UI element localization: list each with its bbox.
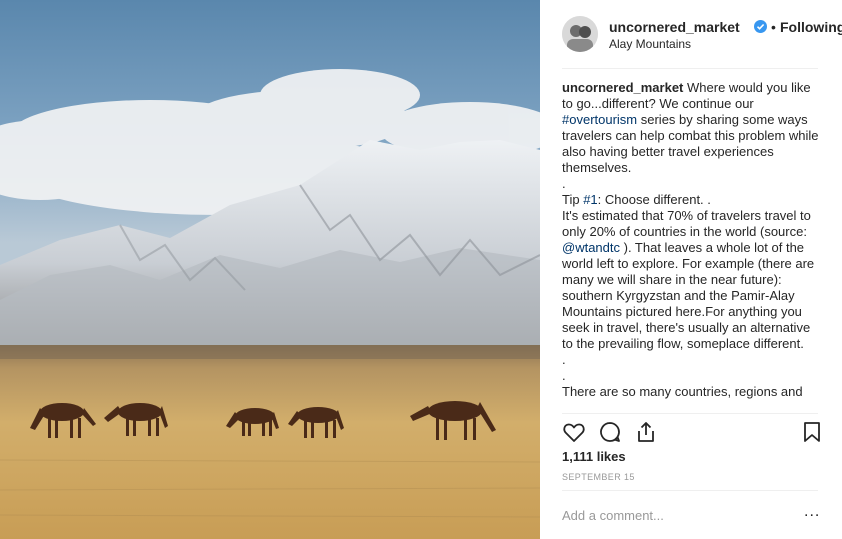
caption-separator: . bbox=[562, 352, 566, 367]
share-icon[interactable] bbox=[634, 420, 658, 444]
hashtag-link[interactable]: #1 bbox=[583, 192, 597, 207]
following-button[interactable]: Following bbox=[780, 19, 842, 35]
caption-text: ). That leaves a whole lot of the world … bbox=[562, 240, 818, 351]
caption-text: It's estimated that 70% of travelers tra… bbox=[562, 208, 815, 239]
hashtag-link[interactable]: #overtourism bbox=[562, 112, 637, 127]
caption-separator: . bbox=[562, 176, 566, 191]
post-date[interactable]: SEPTEMBER 15 bbox=[562, 472, 635, 482]
separator-dot: • bbox=[771, 19, 776, 35]
more-icon[interactable]: ... bbox=[804, 504, 820, 523]
mention-link[interactable]: @wtandtc bbox=[562, 240, 620, 255]
comment-icon[interactable] bbox=[598, 420, 622, 444]
post-panel: uncornered_market • Following Alay Mount… bbox=[540, 0, 842, 539]
caption-divider bbox=[562, 413, 818, 414]
post-photo[interactable] bbox=[0, 0, 540, 539]
caption-separator: . bbox=[562, 368, 566, 383]
username[interactable]: uncornered_market bbox=[609, 19, 740, 35]
header-divider bbox=[562, 68, 818, 69]
location-link[interactable]: Alay Mountains bbox=[609, 37, 691, 51]
tip-prefix: Tip bbox=[562, 192, 584, 207]
caption-paragraph: There are so many countries, regions and bbox=[562, 384, 803, 399]
caption-tip: Tip #1: Choose different. . bbox=[562, 192, 824, 208]
action-bar bbox=[562, 420, 824, 444]
likes-count[interactable]: 1,111 likes bbox=[562, 449, 626, 464]
landscape-image bbox=[0, 0, 540, 539]
caption-paragraph: uncornered_market Where would you like t… bbox=[562, 80, 824, 176]
caption: uncornered_market Where would you like t… bbox=[562, 80, 824, 412]
verified-icon bbox=[754, 20, 767, 33]
post-header: uncornered_market • Following Alay Mount… bbox=[562, 16, 842, 56]
bookmark-icon[interactable] bbox=[800, 420, 824, 444]
caption-paragraph: It's estimated that 70% of travelers tra… bbox=[562, 208, 824, 352]
heart-icon[interactable] bbox=[562, 420, 586, 444]
caption-author[interactable]: uncornered_market bbox=[562, 80, 683, 95]
avatar[interactable] bbox=[562, 16, 598, 52]
comment-input[interactable] bbox=[562, 505, 792, 525]
comment-divider bbox=[562, 490, 818, 491]
tip-text: : Choose different. . bbox=[597, 192, 711, 207]
